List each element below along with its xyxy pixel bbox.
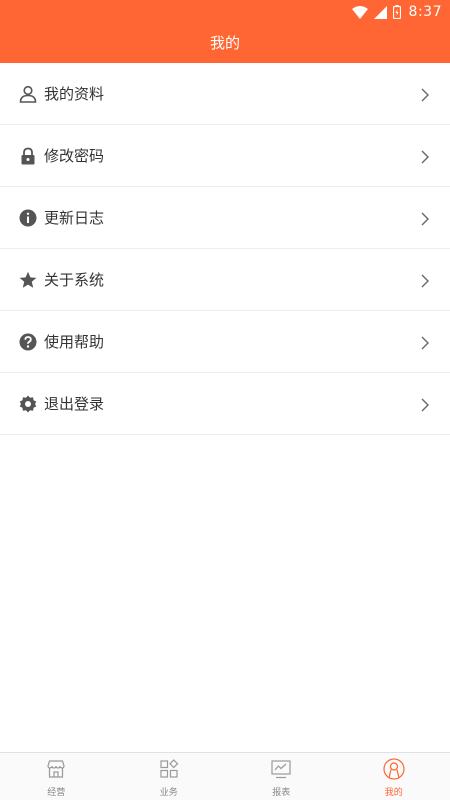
menu-item-profile[interactable]: 我的资料 (0, 63, 450, 125)
tab-label: 我的 (384, 787, 403, 798)
menu-item-changelog[interactable]: 更新日志 (0, 187, 450, 249)
person-icon (19, 85, 37, 103)
tab-mine[interactable]: 我的 (338, 753, 450, 800)
menu-item-label: 修改密码 (44, 147, 105, 165)
menu-item-logout[interactable]: 退出登录 (0, 373, 450, 435)
menu-item-label: 退出登录 (44, 395, 105, 413)
chevron-right-icon (420, 335, 430, 349)
status-time: 8:37 (408, 4, 442, 20)
chevron-right-icon (420, 87, 430, 101)
menu-item-change-password[interactable]: 修改密码 (0, 125, 450, 187)
tab-label: 业务 (159, 787, 178, 798)
status-bar: 8:37 (0, 0, 450, 24)
chevron-right-icon (420, 273, 430, 287)
apps-icon (158, 758, 180, 784)
tab-reports[interactable]: 报表 (225, 753, 338, 800)
signal-icon (373, 5, 387, 19)
battery-icon (392, 5, 401, 19)
profile-icon (383, 757, 405, 784)
tab-label: 经营 (47, 787, 66, 798)
tab-label: 报表 (272, 787, 291, 798)
info-icon (19, 209, 37, 227)
store-icon (45, 758, 67, 784)
tab-business[interactable]: 业务 (113, 753, 226, 800)
menu-item-label: 使用帮助 (44, 333, 105, 351)
bottom-tab-bar: 经营 业务 报表 我的 (0, 752, 450, 800)
settings-menu: 我的资料 修改密码 更新日志 关于系统 使用帮助 退出登录 (0, 63, 450, 435)
gear-icon (19, 395, 37, 413)
wifi-icon (351, 5, 368, 19)
menu-item-label: 我的资料 (44, 85, 105, 103)
help-icon (19, 333, 37, 351)
chevron-right-icon (420, 149, 430, 163)
menu-item-about[interactable]: 关于系统 (0, 249, 450, 311)
menu-item-label: 更新日志 (44, 209, 105, 227)
chevron-right-icon (420, 397, 430, 411)
page-title: 我的 (209, 34, 240, 52)
app-header: 8:37 我的 (0, 0, 450, 63)
tab-business-overview[interactable]: 经营 (0, 753, 113, 800)
star-icon (19, 271, 37, 289)
menu-item-help[interactable]: 使用帮助 (0, 311, 450, 373)
lock-icon (19, 147, 37, 165)
menu-item-label: 关于系统 (44, 271, 105, 289)
report-icon (270, 758, 292, 784)
chevron-right-icon (420, 211, 430, 225)
